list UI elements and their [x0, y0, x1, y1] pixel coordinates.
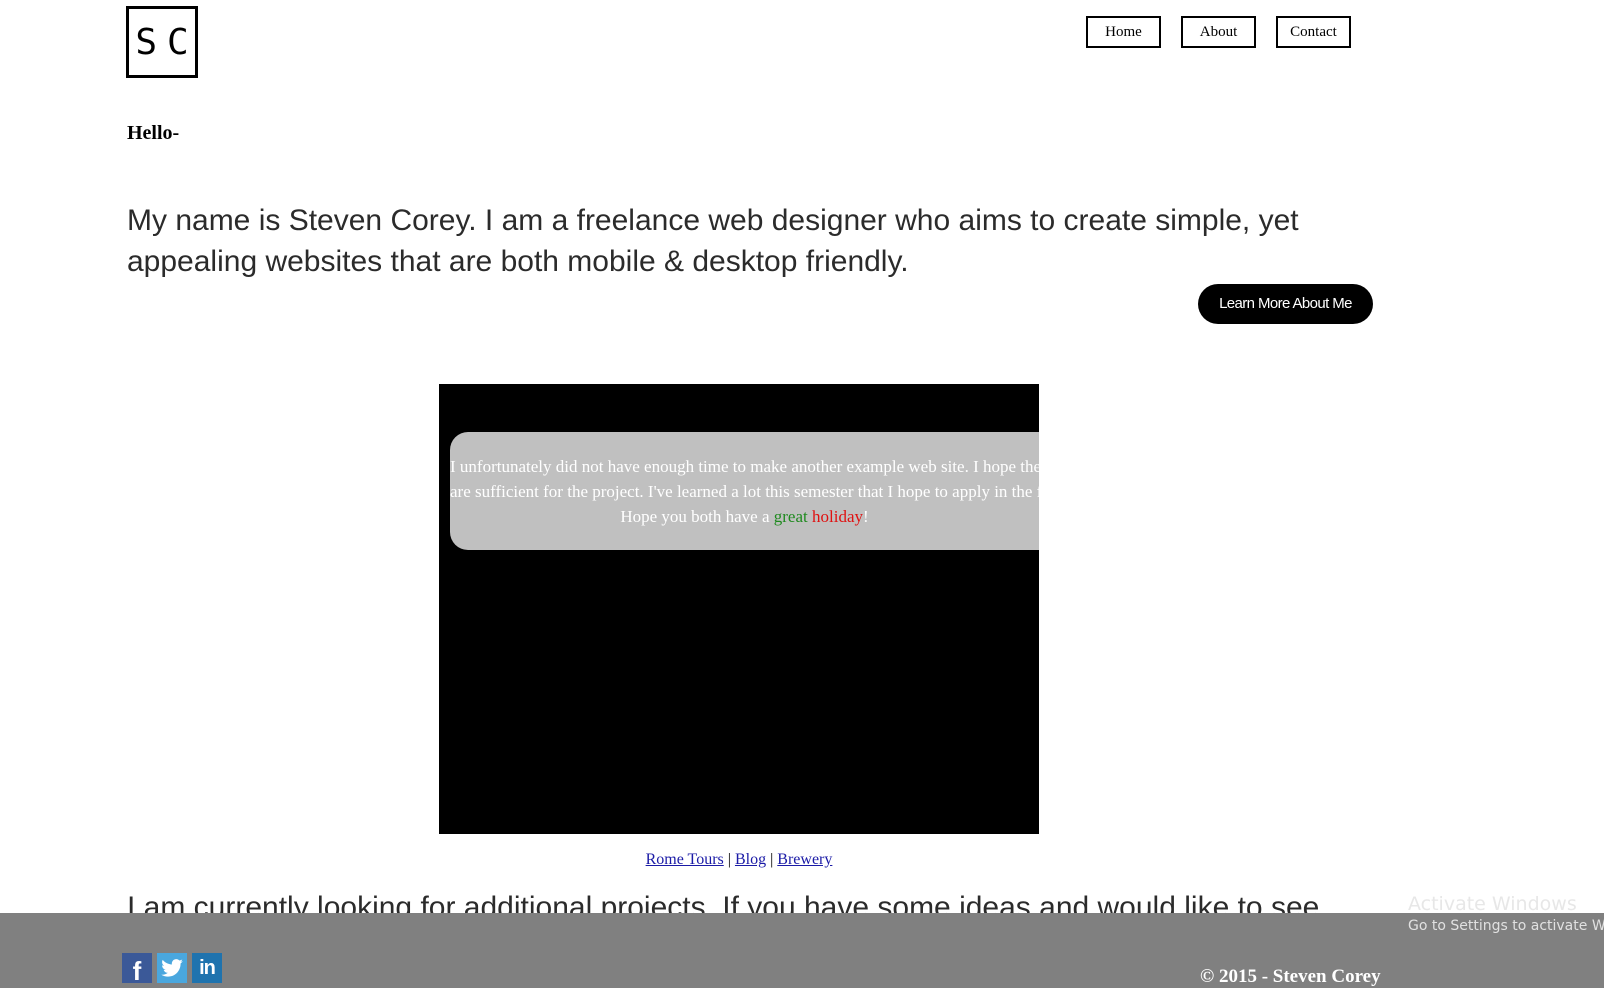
slide-line-3-prefix: Hope you both have a — [620, 507, 774, 526]
link-separator: | — [770, 851, 774, 868]
link-brewery[interactable]: Brewery — [777, 851, 832, 868]
greeting-heading: Hello- — [127, 122, 180, 144]
main-nav: Home About Contact — [1086, 16, 1351, 48]
nav-about-button[interactable]: About — [1181, 16, 1256, 48]
copyright-text: © 2015 - Steven Corey — [1200, 966, 1381, 987]
link-blog[interactable]: Blog — [735, 851, 766, 868]
twitter-bird-glyph — [161, 959, 183, 977]
nav-contact-button[interactable]: Contact — [1276, 16, 1351, 48]
slide-word-holiday: holiday — [812, 507, 863, 526]
social-links: f in — [122, 953, 222, 986]
page: SC Home About Contact Hello- My name is … — [0, 0, 1604, 988]
windows-activation-watermark: Activate Windows Go to Settings to activ… — [1408, 892, 1604, 936]
link-rome-tours[interactable]: Rome Tours — [646, 851, 724, 868]
twitter-icon[interactable] — [157, 953, 187, 983]
site-logo[interactable]: SC — [126, 6, 198, 78]
activation-title: Activate Windows — [1408, 893, 1577, 915]
facebook-icon[interactable]: f — [122, 953, 152, 986]
logo-text: SC — [135, 21, 199, 63]
site-footer: f in © 2015 - Steven Corey — [0, 913, 1604, 988]
slide-message: I unfortunately did not have enough time… — [450, 432, 1039, 550]
nav-home-button[interactable]: Home — [1086, 16, 1161, 48]
learn-more-button[interactable]: Learn More About Me — [1198, 284, 1373, 324]
linkedin-icon[interactable]: in — [192, 953, 222, 983]
slide-line-2: are sufficient for the project. I've lea… — [450, 482, 1039, 501]
slideshow-frame[interactable]: I unfortunately did not have enough time… — [439, 384, 1039, 834]
slide-line-3-suffix: ! — [863, 507, 869, 526]
slide-word-great: great — [773, 507, 808, 526]
slide-line-1: I unfortunately did not have enough time… — [450, 457, 1039, 476]
link-separator: | — [727, 851, 731, 868]
slide-line-3: Hope you both have a great holiday! — [450, 504, 1039, 529]
project-links: Rome Tours | Blog | Brewery — [0, 851, 1478, 869]
activation-subtitle: Go to Settings to activate Windows. — [1408, 918, 1604, 934]
intro-text: My name is Steven Corey. I am a freelanc… — [127, 204, 1299, 278]
